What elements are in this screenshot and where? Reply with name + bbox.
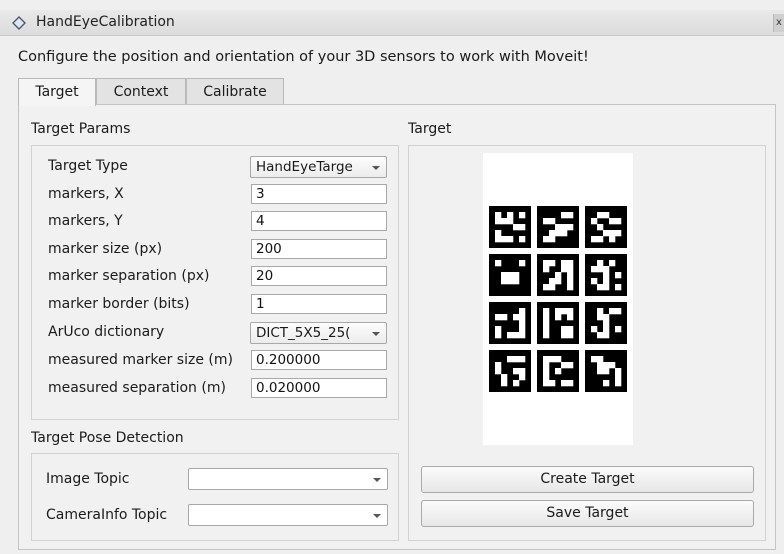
tab-calibrate[interactable]: Calibrate bbox=[186, 78, 284, 105]
window-titlebar[interactable]: HandEyeCalibration x bbox=[0, 10, 784, 36]
save-target-button[interactable]: Save Target bbox=[421, 500, 754, 527]
label-marker-border: marker border (bits) bbox=[48, 296, 190, 312]
camerainfo-topic-select[interactable] bbox=[188, 504, 388, 526]
marker-border-input[interactable]: 1 bbox=[251, 294, 387, 314]
chevron-down-icon bbox=[373, 478, 381, 482]
window-title: HandEyeCalibration bbox=[36, 14, 175, 30]
aruco-marker bbox=[585, 302, 627, 344]
measured-marker-size-input[interactable]: 0.200000 bbox=[251, 350, 387, 370]
label-aruco-dictionary: ArUco dictionary bbox=[48, 324, 165, 340]
aruco-marker bbox=[489, 302, 531, 344]
create-target-button[interactable]: Create Target bbox=[421, 466, 754, 493]
chevron-down-icon bbox=[373, 514, 381, 518]
aruco-marker bbox=[585, 350, 627, 392]
label-measured-separation: measured separation (m) bbox=[48, 380, 226, 396]
label-measured-marker-size: measured marker size (m) bbox=[48, 352, 233, 368]
measured-separation-input[interactable]: 0.020000 bbox=[251, 378, 387, 398]
markers-y-input[interactable]: 4 bbox=[251, 211, 387, 231]
tab-context[interactable]: Context bbox=[96, 78, 186, 105]
tab-target[interactable]: Target bbox=[18, 78, 96, 106]
aruco-marker bbox=[585, 254, 627, 296]
chevron-down-icon bbox=[372, 166, 380, 170]
aruco-marker bbox=[537, 302, 579, 344]
target-params-group: Target Type HandEyeTarge markers, X 3 ma… bbox=[31, 145, 399, 420]
tab-pane-target: Target Params Target Type HandEyeTarge m… bbox=[18, 104, 776, 550]
close-icon[interactable]: x bbox=[773, 14, 784, 32]
label-marker-separation: marker separation (px) bbox=[48, 268, 210, 284]
target-board-image bbox=[483, 153, 633, 445]
marker-separation-input[interactable]: 20 bbox=[251, 266, 387, 286]
section-title-target: Target bbox=[408, 121, 452, 137]
marker-size-input[interactable]: 200 bbox=[251, 239, 387, 259]
diamond-icon bbox=[12, 16, 26, 34]
aruco-marker bbox=[537, 206, 579, 248]
section-title-pose-detection: Target Pose Detection bbox=[31, 430, 184, 446]
aruco-dictionary-value: DICT_5X5_25( bbox=[256, 325, 351, 341]
label-camerainfo-topic: CameraInfo Topic bbox=[46, 507, 168, 523]
chevron-down-icon bbox=[372, 332, 380, 336]
section-title-target-params: Target Params bbox=[31, 121, 131, 137]
label-image-topic: Image Topic bbox=[46, 471, 130, 487]
target-type-value: HandEyeTarge bbox=[256, 159, 353, 175]
aruco-marker bbox=[537, 254, 579, 296]
label-target-type: Target Type bbox=[48, 158, 128, 174]
aruco-board-svg bbox=[489, 206, 627, 392]
label-marker-size: marker size (px) bbox=[48, 241, 163, 257]
page-description: Configure the position and orientation o… bbox=[18, 49, 589, 65]
aruco-marker bbox=[489, 206, 531, 248]
label-markers-x: markers, X bbox=[48, 186, 124, 202]
aruco-marker bbox=[489, 350, 531, 392]
aruco-dictionary-select[interactable]: DICT_5X5_25( bbox=[250, 322, 387, 344]
aruco-marker bbox=[489, 254, 531, 296]
aruco-marker bbox=[537, 350, 579, 392]
label-markers-y: markers, Y bbox=[48, 213, 123, 229]
pose-detection-group: Image Topic CameraInfo Topic bbox=[31, 453, 399, 541]
aruco-marker bbox=[585, 206, 627, 248]
target-type-select[interactable]: HandEyeTarge bbox=[250, 156, 387, 178]
image-topic-select[interactable] bbox=[188, 468, 388, 490]
markers-x-input[interactable]: 3 bbox=[251, 184, 387, 204]
